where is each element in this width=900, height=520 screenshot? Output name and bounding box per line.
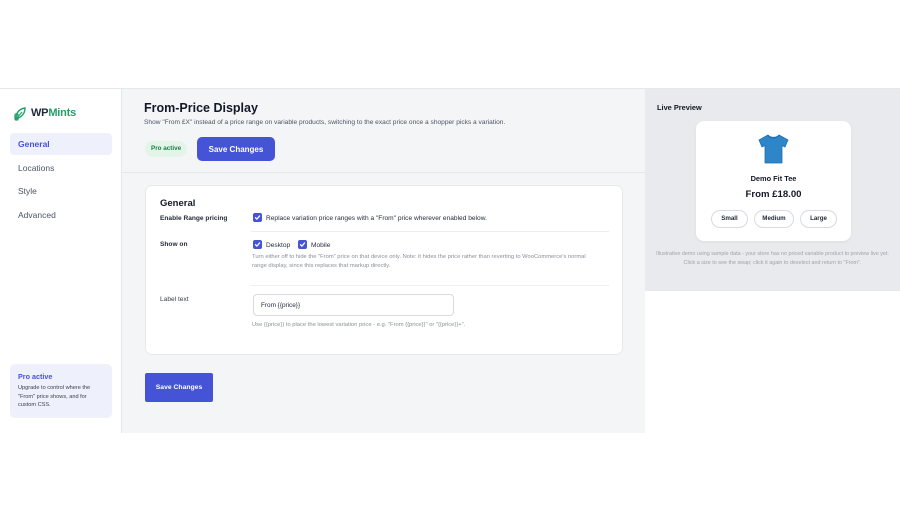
brand-name: WPMints bbox=[31, 107, 77, 119]
enable-range-pricing-text: Replace variation price ranges with a "F… bbox=[266, 215, 487, 222]
enable-range-pricing-label: Enable Range pricing bbox=[160, 215, 228, 222]
preview-product-card: Demo Fit Tee From £18.00 Small Medium La… bbox=[696, 121, 851, 241]
check-icon bbox=[299, 242, 306, 247]
divider bbox=[251, 231, 609, 232]
page-subtitle: Show "From £X" instead of a price range … bbox=[144, 119, 506, 126]
preview-product-price: From £18.00 bbox=[745, 189, 802, 200]
label-text-help: Use {{price}} to place the lowest variat… bbox=[252, 322, 466, 328]
divider bbox=[251, 285, 609, 286]
general-settings-card: General Enable Range pricing Replace var… bbox=[145, 185, 623, 355]
main-content: From-Price Display Show "From £X" instea… bbox=[122, 89, 645, 433]
tshirt-icon bbox=[758, 134, 789, 164]
sidebar-item-general[interactable]: General bbox=[10, 133, 112, 155]
show-on-mobile-checkbox[interactable] bbox=[298, 240, 307, 249]
general-section-title: General bbox=[160, 198, 196, 209]
check-icon bbox=[254, 242, 261, 247]
size-option-large[interactable]: Large bbox=[800, 210, 837, 228]
page-header: From-Price Display Show "From £X" instea… bbox=[122, 89, 645, 173]
save-changes-button-top[interactable]: Save Changes bbox=[197, 137, 275, 161]
check-icon bbox=[254, 215, 261, 220]
label-text-label: Label text bbox=[160, 296, 189, 303]
sidebar: WPMints General Locations Style Advanced… bbox=[0, 89, 122, 433]
pro-active-badge: Pro active bbox=[145, 141, 188, 157]
show-on-desktop-checkbox[interactable] bbox=[253, 240, 262, 249]
show-on-mobile-label: Mobile bbox=[311, 242, 331, 249]
page-title: From-Price Display bbox=[144, 101, 258, 115]
pro-status-box: Pro active Upgrade to control where the … bbox=[10, 364, 112, 418]
pro-status-description: Upgrade to control where the "From" pric… bbox=[18, 385, 91, 409]
label-text-input[interactable] bbox=[253, 294, 454, 316]
live-preview-title: Live Preview bbox=[657, 103, 702, 112]
live-preview-panel: Live Preview Demo Fit Tee From £18.00 Sm… bbox=[645, 89, 900, 291]
preview-demo-note: Illustrative demo using sample data - yo… bbox=[656, 251, 889, 266]
pro-status-title: Pro active bbox=[18, 372, 53, 381]
enable-range-pricing-checkbox[interactable] bbox=[253, 213, 262, 222]
show-on-desktop-label: Desktop bbox=[266, 242, 291, 249]
sidebar-item-locations[interactable]: Locations bbox=[10, 157, 112, 179]
preview-product-name: Demo Fit Tee bbox=[750, 174, 797, 183]
show-on-label: Show on bbox=[160, 241, 188, 248]
save-changes-button-bottom[interactable]: Save Changes bbox=[145, 373, 213, 402]
sidebar-nav: General Locations Style Advanced bbox=[10, 133, 112, 227]
brand-logo[interactable]: WPMints bbox=[13, 105, 76, 121]
leaf-logo-icon bbox=[14, 107, 26, 121]
size-option-medium[interactable]: Medium bbox=[754, 210, 794, 228]
show-on-help-text: Turn either off to hide the "From" price… bbox=[252, 254, 586, 269]
app-shell: WPMints General Locations Style Advanced… bbox=[0, 88, 900, 433]
sidebar-item-style[interactable]: Style bbox=[10, 180, 112, 202]
size-option-small[interactable]: Small bbox=[711, 210, 748, 228]
sidebar-item-advanced[interactable]: Advanced bbox=[10, 204, 112, 226]
